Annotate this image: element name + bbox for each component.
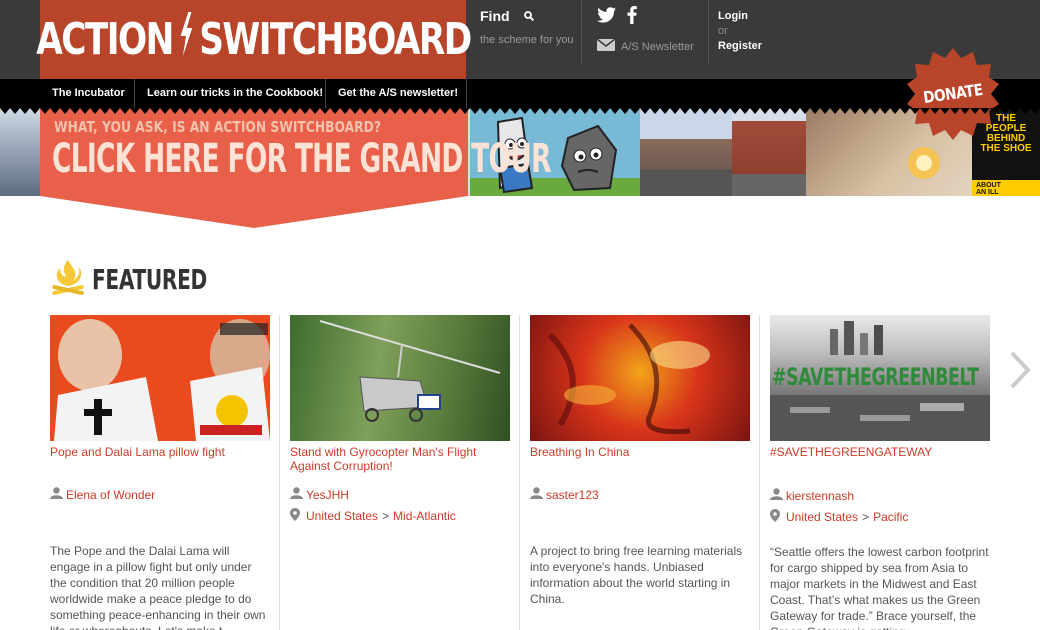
newsletter-label: A/S Newsletter [621, 40, 694, 53]
user-icon [530, 487, 543, 502]
campfire-icon [50, 258, 86, 301]
donate-label: DONATE [922, 79, 984, 108]
card-location: United States > Mid-Atlantic [290, 508, 456, 524]
card-description: A project to bring free learning materia… [530, 544, 743, 606]
user-icon [770, 488, 783, 503]
location-pin-icon [290, 508, 300, 524]
poster-about-text: ABOUT AN ILL [976, 182, 1001, 196]
find-box[interactable]: Find the scheme for you [480, 8, 574, 46]
column-divider [279, 315, 280, 630]
banner-image-street[interactable] [640, 108, 732, 196]
card-title[interactable]: Pope and Dalai Lama pillow fight [50, 445, 270, 459]
nav-item-cookbook[interactable]: Learn our tricks in the Cookbook! [135, 79, 335, 108]
card-author[interactable]: YesJHH [290, 487, 349, 502]
header-divider [708, 0, 709, 64]
lightning-bolt-icon [177, 12, 194, 67]
nav-divider [466, 79, 467, 108]
banner-image-left[interactable] [0, 108, 40, 196]
envelope-icon [596, 38, 616, 54]
featured-title: FEATURED [92, 263, 207, 296]
location-country[interactable]: United States [306, 509, 378, 523]
social-links: A/S Newsletter [596, 6, 694, 54]
facebook-icon[interactable] [627, 6, 637, 29]
card-title[interactable]: Breathing In China [530, 445, 750, 459]
card-thumbnail[interactable] [530, 315, 750, 441]
grand-tour-banner[interactable]: WHAT, YOU ASK, IS AN ACTION SWITCHBOARD?… [40, 108, 551, 228]
card-thumbnail[interactable]: #SAVETHEGREENBELT [770, 315, 990, 441]
card-thumbnail[interactable] [50, 315, 270, 441]
card-thumbnail[interactable] [290, 315, 510, 441]
nav-item-incubator[interactable]: The Incubator [40, 79, 137, 108]
login-link[interactable]: Login [718, 10, 762, 22]
featured-card: #SAVETHEGREENBELT #SAVETHEGREENGATEWAY [770, 315, 990, 459]
user-icon [290, 487, 303, 502]
featured-card: Stand with Gyrocopter Man's Flight Again… [290, 315, 510, 473]
carousel-next-button[interactable] [1008, 350, 1032, 395]
author-name[interactable]: saster123 [546, 488, 599, 502]
location-separator: > [382, 509, 390, 523]
column-divider [759, 315, 760, 630]
banner-image-building[interactable] [732, 108, 806, 196]
newsletter-link[interactable]: A/S Newsletter [596, 38, 694, 54]
author-name[interactable]: kierstennash [786, 489, 854, 503]
card-author[interactable]: kierstennash [770, 488, 854, 503]
author-name[interactable]: YesJHH [306, 488, 349, 502]
donate-button[interactable]: DONATE [907, 48, 999, 140]
location-region[interactable]: Pacific [873, 510, 908, 524]
top-bar: ACTION SWITCHBOARD Find the scheme for y… [0, 0, 1040, 79]
author-name[interactable]: Elena of Wonder [66, 488, 155, 502]
thumbnail-overlay-text: #SAVETHEGREENBELT [772, 363, 979, 391]
logo-wordmark: ACTION SWITCHBOARD [35, 12, 472, 67]
featured-card: Breathing In China [530, 315, 750, 459]
logo-right-word: SWITCHBOARD [198, 14, 472, 65]
location-country[interactable]: United States [786, 510, 858, 524]
featured-card: Pope and Dalai Lama pillow fight [50, 315, 270, 459]
user-icon [50, 487, 63, 502]
account-links: Login or Register [718, 10, 762, 52]
card-title[interactable]: #SAVETHEGREENGATEWAY [770, 445, 990, 459]
card-description: The Pope and the Dalai Lama will engage … [50, 544, 266, 630]
column-divider [519, 315, 520, 630]
card-author[interactable]: Elena of Wonder [50, 487, 155, 502]
tour-headline: CLICK HERE FOR THE GRAND TOUR [52, 136, 551, 182]
card-description: “Seattle offers the lowest carbon footpr… [770, 545, 989, 630]
or-text: or [718, 25, 728, 37]
header-divider [581, 0, 582, 64]
featured-heading: FEATURED [50, 258, 252, 301]
location-pin-icon [770, 509, 780, 525]
tour-question: WHAT, YOU ASK, IS AN ACTION SWITCHBOARD? [54, 118, 381, 136]
logo-left-word: ACTION [35, 14, 174, 65]
nav-item-newsletter[interactable]: Get the A/S newsletter! [326, 79, 470, 108]
main-nav: The Incubator Learn our tricks in the Co… [0, 79, 1040, 108]
sawtooth-edge [0, 108, 1040, 114]
find-subtitle: the scheme for you [480, 34, 574, 47]
location-region[interactable]: Mid-Atlantic [393, 509, 456, 523]
site-logo[interactable]: ACTION SWITCHBOARD [36, 0, 472, 79]
card-location: United States > Pacific [770, 509, 908, 525]
search-icon[interactable] [524, 8, 535, 26]
register-link[interactable]: Register [718, 40, 762, 52]
card-author[interactable]: saster123 [530, 487, 599, 502]
twitter-icon[interactable] [597, 7, 617, 28]
card-title[interactable]: Stand with Gyrocopter Man's Flight Again… [290, 445, 510, 473]
location-separator: > [862, 510, 870, 524]
chevron-right-icon [1008, 351, 1032, 394]
find-label: Find [480, 8, 510, 25]
